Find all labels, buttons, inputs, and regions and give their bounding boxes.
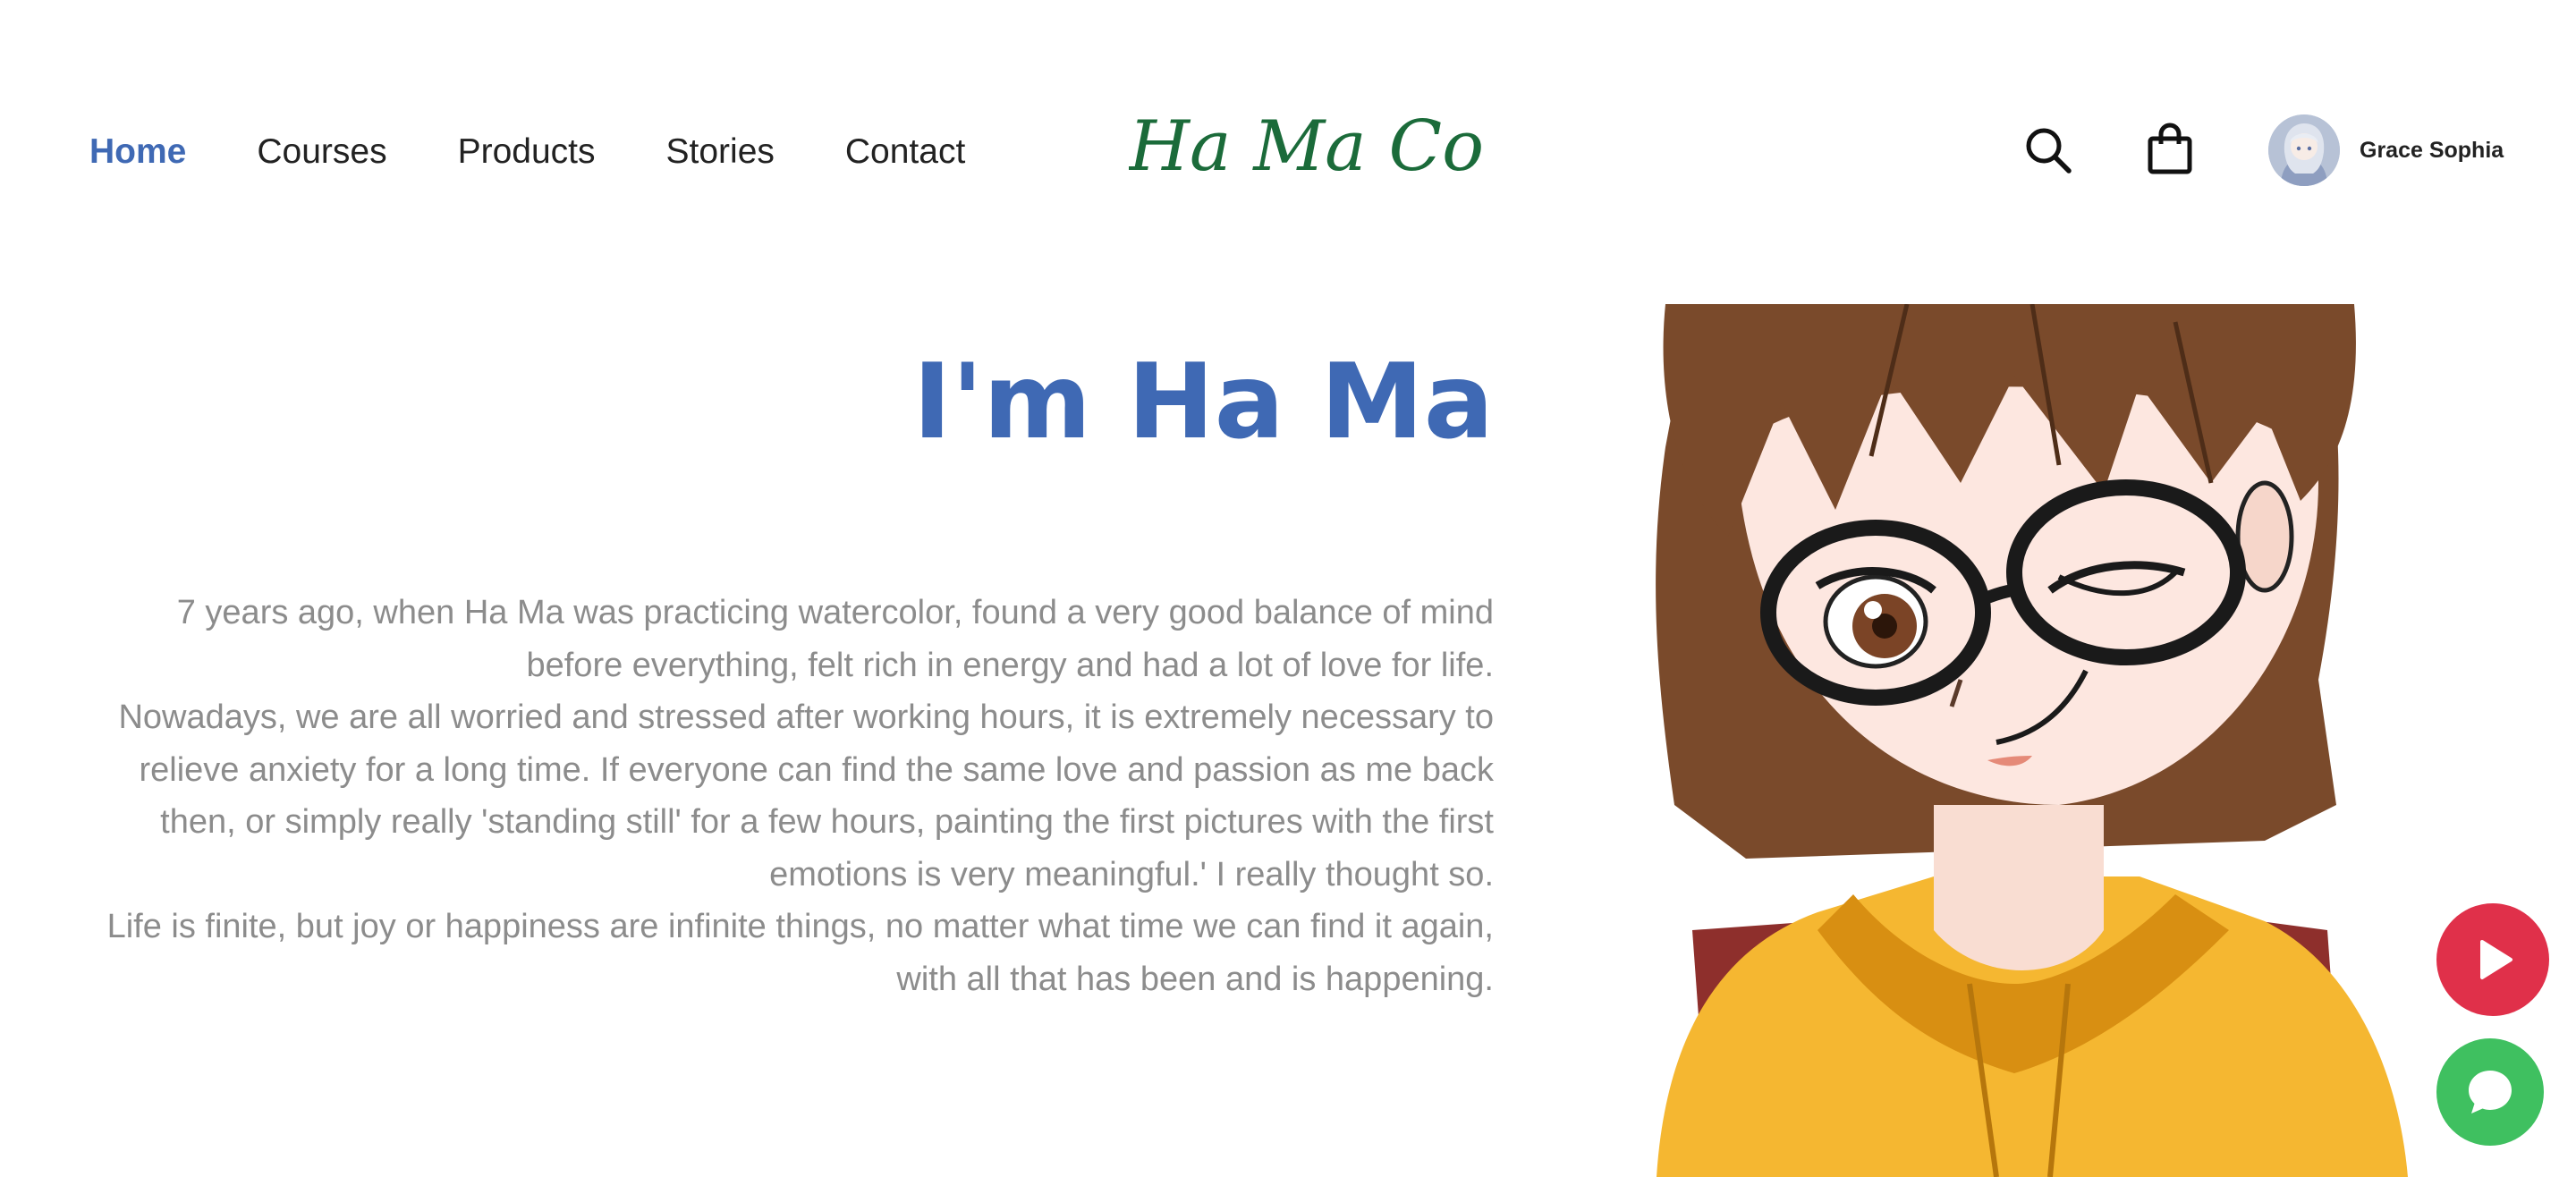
chat-bubble-icon (2469, 1071, 2512, 1113)
main-nav: Home Courses Products Stories Contact (89, 130, 1036, 174)
site-logo[interactable]: Ha Ma Corner (1129, 98, 1487, 197)
nav-courses[interactable]: Courses (257, 130, 386, 174)
bio-paragraph: 7 years ago, when Ha Ma was practicing w… (176, 594, 1494, 684)
logo-text: Ha Ma Corner (1129, 106, 1487, 187)
cart-button[interactable] (2147, 123, 2193, 174)
search-icon (2026, 128, 2072, 174)
user-menu[interactable]: Grace Sophia (2268, 114, 2504, 186)
nav-stories[interactable]: Stories (666, 130, 775, 174)
hero-portrait-illustration (1639, 304, 2435, 1177)
shopping-bag-icon (2148, 123, 2192, 174)
search-button[interactable] (2023, 125, 2073, 175)
play-video-button[interactable] (2436, 903, 2549, 1016)
bio-text: 7 years ago, when Ha Ma was practicing w… (80, 587, 1494, 1005)
nav-home[interactable]: Home (89, 130, 186, 174)
hero-title: I'm Ha Ma (912, 342, 1494, 462)
avatar (2268, 114, 2340, 186)
play-icon (2480, 940, 2512, 979)
bio-paragraph: Nowadays, we are all worried and stresse… (118, 699, 1494, 893)
nav-products[interactable]: Products (458, 130, 596, 174)
user-name: Grace Sophia (2360, 137, 2504, 163)
chat-button[interactable] (2436, 1038, 2544, 1146)
nav-contact[interactable]: Contact (845, 130, 965, 174)
bio-paragraph: Life is finite, but joy or happiness are… (106, 908, 1494, 998)
